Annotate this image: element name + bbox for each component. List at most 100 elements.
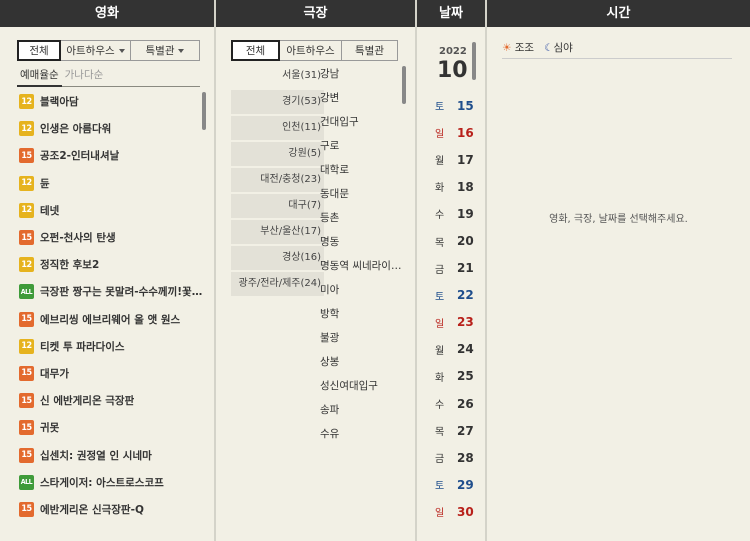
- day-of-week: 금: [435, 264, 445, 276]
- region-item[interactable]: 경기(53): [231, 90, 324, 114]
- region-item[interactable]: 대전/충청(23): [231, 168, 324, 192]
- date-item[interactable]: 토 29: [435, 471, 481, 498]
- branch-list: 강남 강변 건대입구 구로 대학로 동대문 등촌 명동 명동역 씨네라이브러리 미아 방학 불광 상봉 성…: [320, 64, 410, 448]
- date-item[interactable]: 목 20: [435, 227, 481, 254]
- day-number: 22: [457, 288, 474, 303]
- date-item[interactable]: 토 15: [435, 92, 481, 119]
- date-item[interactable]: 목 27: [435, 417, 481, 444]
- date-item[interactable]: 금 28: [435, 444, 481, 471]
- theater-filter-arthouse[interactable]: 아트하우스: [279, 40, 342, 61]
- branch-list-scrollbar[interactable]: [402, 66, 406, 104]
- night-filter[interactable]: ☾심야: [544, 40, 573, 55]
- theater-branch-item[interactable]: 명동역 씨네라이브러리: [320, 256, 410, 280]
- day-number: 20: [457, 234, 474, 249]
- date-item[interactable]: 일 23: [435, 309, 481, 336]
- movie-filter-special[interactable]: 특별관: [130, 40, 200, 61]
- day-list: 토 15 일 16 월 17 화 18 수 19 목 20 금 21 토 22 일 23 월 24 화 25 수 26 목 27 금…: [435, 92, 481, 526]
- movie-item[interactable]: 15 귀못: [19, 414, 204, 441]
- movie-list: 12 블랙아담 12 인생은 아름다워 15 공조2-인터내셔날 12 듄 12 테넷 15 오펀-천…: [19, 88, 204, 523]
- date-item[interactable]: 월 17: [435, 146, 481, 173]
- movie-title: 십센치: 권정열 인 시네마: [40, 449, 152, 462]
- age-rating-badge: 12: [19, 175, 34, 191]
- theater-branch-item[interactable]: 구로: [320, 136, 410, 160]
- sort-tab-reservation[interactable]: 예매율순: [17, 67, 62, 87]
- sort-tab-alphabetical[interactable]: 가나다순: [62, 67, 107, 86]
- date-item[interactable]: 화 25: [435, 363, 481, 390]
- date-item[interactable]: 일 16: [435, 119, 481, 146]
- day-of-week: 목: [435, 237, 445, 249]
- day-number: 21: [457, 261, 474, 276]
- movie-item[interactable]: 15 신 에반게리온 극장판: [19, 387, 204, 414]
- morning-filter[interactable]: ☀ 조조: [502, 40, 534, 55]
- region-item[interactable]: 강원(5): [231, 142, 324, 166]
- day-of-week: 월: [435, 345, 445, 357]
- region-item[interactable]: 광주/전라/제주(24): [231, 272, 324, 296]
- theater-filter-special[interactable]: 특별관: [341, 40, 398, 61]
- date-item[interactable]: 수 26: [435, 390, 481, 417]
- time-column-header: 시간: [487, 0, 750, 27]
- date-item[interactable]: 금 21: [435, 255, 481, 282]
- movie-item[interactable]: 12 테넷: [19, 197, 204, 224]
- movie-item[interactable]: 15 공조2-인터내셔날: [19, 142, 204, 169]
- movie-title: 에반게리온 신극장판-Q: [40, 503, 144, 516]
- date-item[interactable]: 일 30: [435, 498, 481, 525]
- theater-branch-item[interactable]: 방학: [320, 304, 410, 328]
- age-rating-badge: 15: [19, 393, 34, 409]
- region-item[interactable]: 인천(11): [231, 116, 324, 140]
- movie-item[interactable]: ALL 극장판 짱구는 못말려-수수께끼!꽃피는 천하떡잎학교: [19, 278, 204, 305]
- movie-item[interactable]: 12 정직한 후보2: [19, 251, 204, 278]
- date-item[interactable]: 수 19: [435, 200, 481, 227]
- date-item[interactable]: 토 22: [435, 282, 481, 309]
- movie-item[interactable]: 15 에반게리온 신극장판-Q: [19, 496, 204, 523]
- day-of-week: 토: [435, 481, 445, 493]
- theater-branch-item[interactable]: 수유: [320, 424, 410, 448]
- theater-branch-item[interactable]: 성신여대입구: [320, 376, 410, 400]
- night-filter-label: 심야: [553, 42, 573, 54]
- region-item[interactable]: 경상(16): [231, 246, 324, 270]
- day-of-week: 화: [435, 372, 445, 384]
- theater-branch-item[interactable]: 동대문: [320, 184, 410, 208]
- age-rating-badge: 12: [19, 338, 34, 354]
- movie-filter-all[interactable]: 전체: [17, 40, 61, 61]
- movie-item[interactable]: 15 에브리씽 에브리웨어 올 앳 원스: [19, 306, 204, 333]
- movie-item[interactable]: 12 인생은 아름다워: [19, 115, 204, 142]
- theater-branch-item[interactable]: 미아: [320, 280, 410, 304]
- theater-branch-item[interactable]: 강변: [320, 88, 410, 112]
- movie-item[interactable]: 12 블랙아담: [19, 88, 204, 115]
- movie-filter-arthouse[interactable]: 아트하우스: [60, 40, 131, 61]
- movie-item[interactable]: 15 대무가: [19, 360, 204, 387]
- theater-branch-item[interactable]: 상봉: [320, 352, 410, 376]
- movie-item[interactable]: 15 오펀-천사의 탄생: [19, 224, 204, 251]
- date-item[interactable]: 화 18: [435, 173, 481, 200]
- movie-filter-bar: 전체 아트하우스 특별관: [17, 40, 200, 61]
- movie-title: 공조2-인터내셔날: [40, 150, 120, 163]
- movie-item[interactable]: 12 티켓 투 파라다이스: [19, 333, 204, 360]
- day-of-week: 토: [435, 102, 445, 114]
- movie-title: 인생은 아름다워: [40, 123, 112, 136]
- morning-filter-label: 조조: [514, 42, 535, 54]
- theater-filter-all[interactable]: 전체: [231, 40, 280, 61]
- theater-branch-item[interactable]: 강남: [320, 64, 410, 88]
- theater-branch-item[interactable]: 대학로: [320, 160, 410, 184]
- region-item[interactable]: 대구(7): [231, 194, 324, 218]
- age-rating-badge: 15: [19, 420, 34, 436]
- theater-branch-item[interactable]: 건대입구: [320, 112, 410, 136]
- movie-item[interactable]: 15 십센치: 권정열 인 시네마: [19, 441, 204, 468]
- age-rating-badge: ALL: [19, 474, 34, 490]
- movie-title: 귀못: [40, 422, 60, 435]
- movie-item[interactable]: 12 듄: [19, 170, 204, 197]
- movie-list-scrollbar[interactable]: [202, 92, 206, 130]
- movie-item[interactable]: ALL 스타게이저: 아스트로스코프: [19, 469, 204, 496]
- theater-branch-item[interactable]: 등촌: [320, 208, 410, 232]
- region-item[interactable]: 서울(31): [231, 64, 324, 88]
- theater-branch-item[interactable]: 불광: [320, 328, 410, 352]
- age-rating-badge: 12: [19, 121, 34, 137]
- date-item[interactable]: 월 24: [435, 336, 481, 363]
- theater-branch-item[interactable]: 명동: [320, 232, 410, 256]
- movie-filter-all-label: 전체: [29, 45, 49, 57]
- theater-branch-item[interactable]: 송파: [320, 400, 410, 424]
- day-number: 27: [457, 423, 474, 438]
- region-item[interactable]: 부산/울산(17): [231, 220, 324, 244]
- date-list-scrollbar[interactable]: [472, 42, 476, 80]
- theater-column-header: 극장: [216, 0, 415, 27]
